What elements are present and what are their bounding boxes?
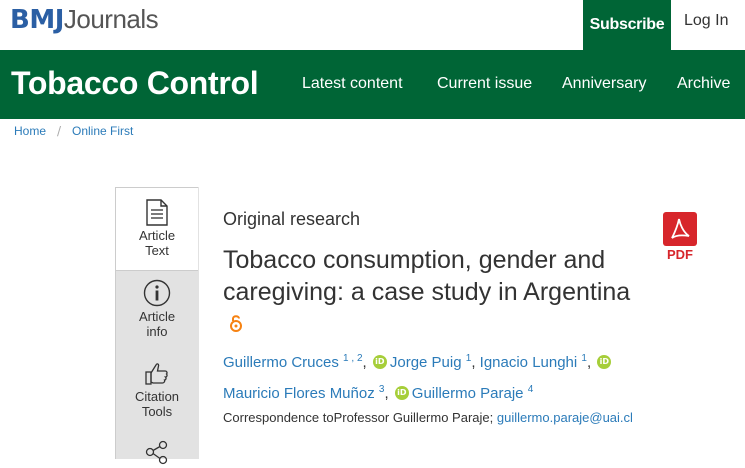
tool-label-line2: Text [145,243,169,258]
tool-article-text[interactable]: Article Text [116,187,198,271]
author-link[interactable]: Jorge Puig [390,354,462,371]
orcid-icon[interactable]: iD [394,386,409,401]
author-separator: , [384,385,389,402]
nav-latest-content[interactable]: Latest content [302,75,403,93]
authors-line-1: Guillermo Cruces 1 , 2, iD Jorge Puig 1, … [223,353,743,371]
correspondence: Correspondence toProfessor Guillermo Par… [223,410,633,425]
author-separator: , [586,354,592,371]
login-link[interactable]: Log In [684,12,728,30]
breadcrumb-online-first[interactable]: Online First [72,124,133,138]
nav-current-issue[interactable]: Current issue [437,75,532,93]
open-access-icon [229,309,243,341]
article-title-block: Tobacco consumption, gender and caregivi… [223,244,643,341]
author-link[interactable]: Ignacio Lunghi [480,354,578,371]
article-title: Tobacco consumption, gender and caregivi… [223,246,631,306]
tool-label-line1: Article [138,228,176,243]
authors-line-2: Mauricio Flores Muñoz 3, iD Guillermo Par… [223,384,743,402]
correspondence-text: Correspondence toProfessor Guillermo Par… [223,410,494,425]
orcid-icon[interactable]: iD [597,355,612,370]
tool-share[interactable] [116,440,198,468]
author-link[interactable]: Guillermo Paraje [412,385,524,402]
logo-journals: Journals [63,4,159,34]
breadcrumb-separator: / [57,124,62,138]
info-icon [143,279,171,307]
article-type: Original research [223,209,361,229]
breadcrumb-home[interactable]: Home [14,124,46,138]
tool-article-info[interactable]: Article info [116,279,198,339]
tool-label-line2: info [146,324,168,339]
nav-anniversary[interactable]: Anniversary [562,75,646,93]
author-affiliation[interactable]: 4 [528,384,534,395]
author-link[interactable]: Mauricio Flores Muñoz [223,385,375,402]
tool-label-line1: Citation [134,389,180,404]
pdf-download-button[interactable]: PDF [660,212,700,262]
author-affiliation[interactable]: 1 , 2 [343,353,362,364]
author-separator: , [362,354,367,371]
pdf-icon [663,212,697,246]
document-icon [146,199,168,226]
correspondence-email-link[interactable]: guillermo.paraje@uai.cl [497,410,633,425]
logo-bmj: BMJ [10,5,64,35]
subscribe-button[interactable]: Subscribe [583,0,671,50]
share-icon [145,440,168,465]
author-link[interactable]: Guillermo Cruces [223,354,339,371]
orcid-icon[interactable]: iD [372,355,387,370]
journal-title[interactable]: Tobacco Control [11,65,259,102]
tool-label-line1: Article [138,309,176,324]
nav-archive[interactable]: Archive [677,75,730,93]
tool-label-line2: Tools [141,404,173,419]
thumbs-up-icon [145,363,168,385]
bmj-journals-logo[interactable]: BMJJournals [10,4,159,35]
tool-citation-tools[interactable]: Citation Tools [116,361,198,419]
pdf-label: PDF [667,247,693,262]
author-separator: , [471,354,476,371]
